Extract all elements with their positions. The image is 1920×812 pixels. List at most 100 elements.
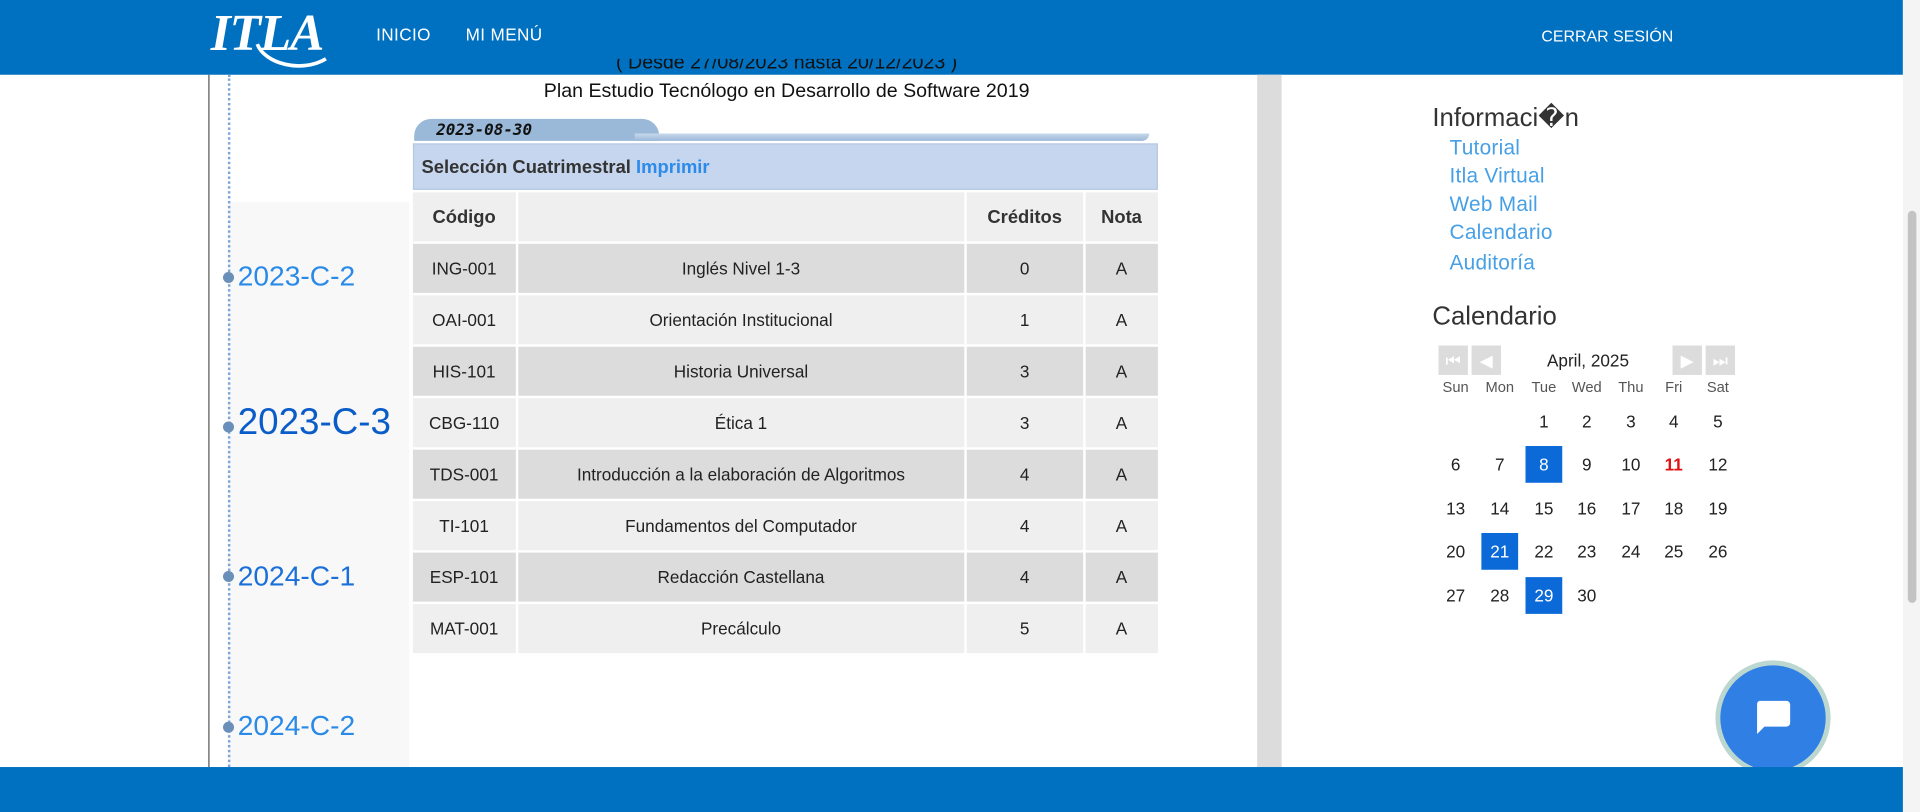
calendar-day[interactable]: 18 — [1655, 490, 1692, 527]
course-credits: 5 — [966, 604, 1083, 654]
course-name: Ética 1 — [517, 398, 965, 448]
calendar-day[interactable]: 28 — [1481, 577, 1518, 614]
course-credits: 4 — [966, 501, 1083, 551]
course-code: TI-101 — [412, 501, 516, 551]
period-link-2024-c-1[interactable]: 2024-C-1 — [238, 560, 355, 593]
calendar-day[interactable]: 15 — [1525, 490, 1562, 527]
course-name: Inglés Nivel 1-3 — [517, 243, 965, 293]
calendar-day[interactable]: 25 — [1655, 533, 1692, 570]
course-name: Fundamentos del Computador — [517, 501, 965, 551]
course-code: TDS-001 — [412, 449, 516, 499]
calendar-day[interactable]: 9 — [1568, 446, 1605, 483]
chat-button[interactable] — [1720, 665, 1826, 771]
course-credits: 4 — [966, 449, 1083, 499]
period-link-2023-c-2[interactable]: 2023-C-2 — [238, 260, 355, 293]
calendar-day[interactable]: 16 — [1568, 490, 1605, 527]
table-row: TDS-001 Introducción a la elaboración de … — [412, 449, 1158, 499]
table-row: OAI-001 Orientación Institucional 1 A — [412, 295, 1158, 345]
course-grade: A — [1085, 449, 1158, 499]
grades-header: Selección Cuatrimestral Imprimir — [412, 143, 1158, 190]
course-credits: 0 — [966, 243, 1083, 293]
calendar-day[interactable]: 14 — [1481, 490, 1518, 527]
calendar-dow: Thu — [1618, 378, 1644, 396]
calendar-day[interactable]: 2 — [1568, 403, 1605, 440]
calendar-day[interactable]: 22 — [1525, 533, 1562, 570]
logo-swoosh-icon — [255, 43, 327, 68]
course-name: Redacción Castellana — [517, 552, 965, 602]
calendar-day[interactable]: 26 — [1699, 533, 1736, 570]
next-month-icon[interactable]: ▶ — [1672, 345, 1702, 375]
calendar-day[interactable]: 3 — [1612, 403, 1649, 440]
calendar-dow: Mon — [1485, 378, 1515, 396]
course-grade: A — [1085, 552, 1158, 602]
scrollbar-thumb[interactable] — [1907, 210, 1917, 603]
section-title: Selección Cuatrimestral — [421, 156, 631, 178]
period-link-2023-c-3[interactable]: 2023-C-3 — [238, 402, 391, 444]
course-credits: 3 — [966, 398, 1083, 448]
course-code: MAT-001 — [412, 604, 516, 654]
calendar-day[interactable]: 5 — [1699, 403, 1736, 440]
sidebar-link-itla-virtual[interactable]: Itla Virtual — [1450, 164, 1545, 189]
calendar-day[interactable]: 20 — [1437, 533, 1474, 570]
course-credits: 3 — [966, 346, 1083, 396]
course-code: ESP-101 — [412, 552, 516, 602]
table-row: CBG-110 Ética 13A — [412, 398, 1158, 448]
calendar-day[interactable]: 17 — [1612, 490, 1649, 527]
calendar-dow: Wed — [1571, 378, 1602, 396]
course-grade: A — [1085, 346, 1158, 396]
timeline-dot — [223, 272, 235, 284]
calendar-day[interactable]: 7 — [1481, 446, 1518, 483]
calendar-day[interactable]: 30 — [1568, 577, 1605, 614]
table-row: MAT-001 Precálculo 5 A — [412, 604, 1158, 654]
calendar-day[interactable]: 19 — [1699, 490, 1736, 527]
calendar-day[interactable]: 6 — [1437, 446, 1474, 483]
course-grade: A — [1085, 295, 1158, 345]
logout-link[interactable]: CERRAR SESIÓN — [1541, 27, 1673, 45]
itla-logo[interactable]: ITLA — [206, 5, 341, 71]
course-grade: A — [1085, 604, 1158, 654]
calendar-day[interactable]: 8 — [1525, 446, 1563, 483]
print-link[interactable]: Imprimir — [636, 157, 710, 178]
chat-icon — [1757, 700, 1791, 734]
calendar-dow: Tue — [1531, 378, 1557, 396]
course-name: Orientación Institucional — [517, 295, 965, 345]
timeline-dot — [223, 721, 235, 733]
sidebar-link-calendario[interactable]: Calendario — [1450, 221, 1553, 246]
calendar-day[interactable]: 27 — [1437, 577, 1474, 614]
calendar-day[interactable]: 11 — [1655, 446, 1692, 483]
course-name: Historia Universal — [517, 346, 965, 396]
table-row: HIS-101 Historia Universal 3 A — [412, 346, 1158, 396]
calendar-day[interactable]: 13 — [1437, 490, 1474, 527]
course-code: OAI-001 — [412, 295, 516, 345]
calendar-day[interactable]: 23 — [1568, 533, 1605, 570]
nav-inicio[interactable]: INICIO — [376, 25, 431, 45]
table-header-row: Código Créditos Nota — [412, 192, 1158, 242]
calendar-dow: Sat — [1706, 378, 1729, 396]
nav-mi-menu[interactable]: MI MENÚ — [466, 25, 543, 45]
calendar-day[interactable]: 29 — [1525, 577, 1563, 614]
grades-table: Código Créditos Nota ING-001 Inglés Nivel… — [410, 190, 1160, 656]
calendar-day[interactable]: 10 — [1612, 446, 1649, 483]
column-header-creditos: Créditos — [966, 192, 1083, 242]
date-tab-line — [634, 133, 1150, 141]
content-divider — [1257, 74, 1282, 768]
column-header-codigo: Código — [412, 192, 516, 242]
timeline-dot — [223, 421, 235, 433]
calendar-day[interactable]: 4 — [1655, 403, 1692, 440]
column-header-nota: Nota — [1085, 192, 1158, 242]
period-link-2024-c-2[interactable]: 2024-C-2 — [238, 709, 355, 742]
sidebar-link-auditoria[interactable]: Auditoría — [1450, 251, 1536, 276]
course-grade: A — [1085, 243, 1158, 293]
column-header-asignatura — [517, 192, 965, 242]
sidebar-link-tutorial[interactable]: Tutorial — [1450, 136, 1521, 161]
calendar-day[interactable]: 1 — [1525, 403, 1562, 440]
course-grade: A — [1085, 501, 1158, 551]
calendar-dow: Sun — [1442, 378, 1469, 396]
last-page-icon[interactable]: ⏭ — [1705, 345, 1736, 375]
calendar-day[interactable]: 21 — [1481, 533, 1519, 570]
course-code: CBG-110 — [412, 398, 516, 448]
sidebar-link-web-mail[interactable]: Web Mail — [1450, 192, 1538, 217]
table-row: TI-101 Fundamentos del Computador 4 A — [412, 501, 1158, 551]
calendar-day[interactable]: 12 — [1699, 446, 1736, 483]
calendar-day[interactable]: 24 — [1612, 533, 1649, 570]
